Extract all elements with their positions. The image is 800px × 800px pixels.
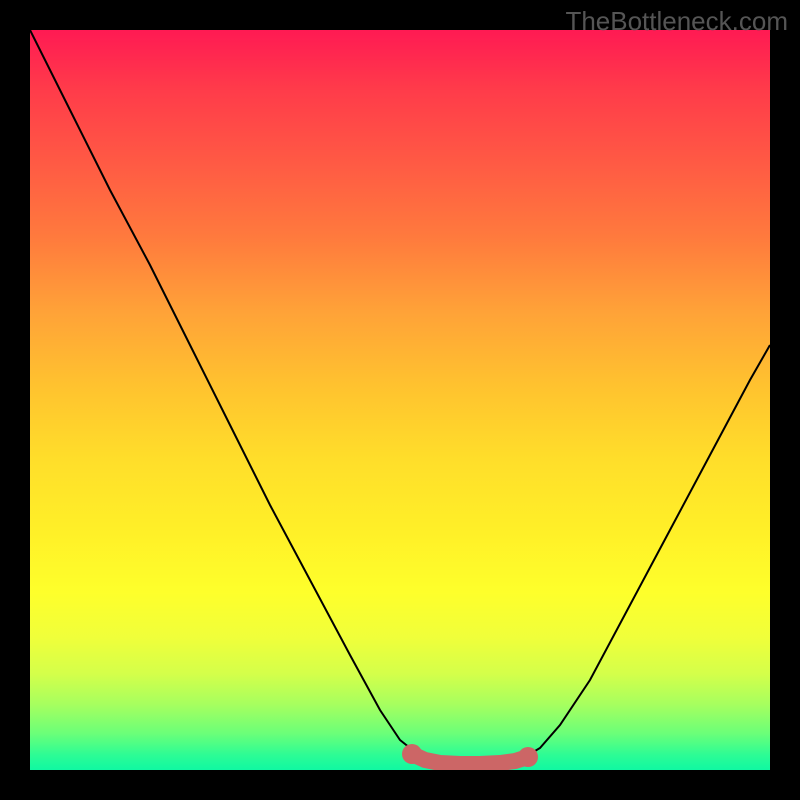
minimum-highlight <box>30 30 770 770</box>
highlight-dot-left <box>402 744 422 764</box>
highlight-dot-right <box>518 747 538 767</box>
watermark-text: TheBottleneck.com <box>565 6 788 37</box>
highlight-path <box>412 754 528 764</box>
